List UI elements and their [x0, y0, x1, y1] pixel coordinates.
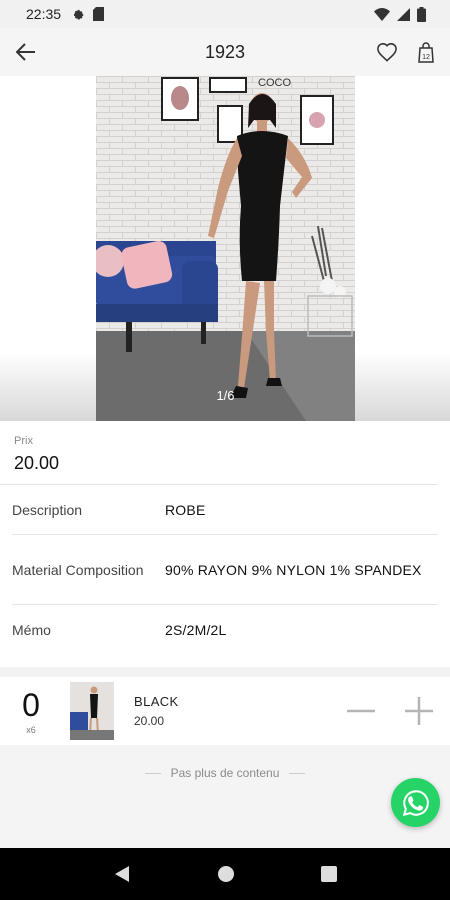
memo-row: Mémo 2S/2M/2L — [12, 605, 438, 655]
price-block: Prix 20.00 — [0, 421, 438, 485]
material-value: 90% RAYON 9% NYLON 1% SPANDEX — [165, 561, 422, 578]
variant-thumbnail-illustration — [70, 682, 114, 740]
back-button[interactable] — [0, 28, 52, 76]
wall-sign-text: COCO — [258, 77, 291, 89]
status-bar: 22:35 — [0, 0, 450, 28]
status-time: 22:35 — [26, 6, 62, 22]
end-of-content: Pas plus de contenu — [0, 745, 450, 848]
memo-value: 2S/2M/2L — [165, 622, 227, 638]
quantity-display: 0 x6 — [0, 687, 62, 735]
shopping-bag-icon[interactable]: 12 — [416, 41, 436, 63]
variant-cart-row: 0 x6 BLACK 20.00 — [0, 667, 450, 745]
nav-home-icon[interactable] — [217, 865, 235, 883]
minus-icon[interactable] — [346, 696, 376, 726]
product-info: Prix 20.00 Description ROBE Material Com… — [0, 421, 450, 655]
product-photo-illustration: COCO — [96, 76, 355, 421]
divider-left — [144, 772, 161, 774]
wifi-icon — [374, 7, 390, 21]
variant-info: BLACK 20.00 — [134, 694, 179, 728]
heart-icon[interactable] — [376, 42, 398, 62]
whatsapp-icon — [402, 789, 429, 816]
signal-icon — [397, 7, 410, 21]
svg-text:12: 12 — [422, 54, 430, 61]
whatsapp-button[interactable] — [391, 778, 440, 827]
description-key: Description — [12, 501, 83, 518]
system-nav-bar — [0, 848, 450, 900]
material-key: Material Composition — [12, 561, 144, 578]
battery-icon — [417, 6, 426, 22]
quantity-multiplier: x6 — [26, 725, 36, 735]
nav-recents-icon[interactable] — [321, 866, 337, 882]
divider-right — [289, 772, 306, 774]
nav-back-icon[interactable] — [113, 865, 131, 883]
quantity-number: 0 — [22, 687, 40, 723]
plus-icon[interactable] — [404, 696, 434, 726]
end-of-content-text: Pas plus de contenu — [170, 766, 280, 780]
variant-price: 20.00 — [134, 714, 165, 728]
gallery-page-indicator: 1/6 — [216, 388, 235, 403]
variant-name: BLACK — [134, 694, 179, 709]
memo-key: Mémo — [12, 622, 51, 638]
app-bar: 1923 12 — [0, 28, 450, 76]
price-value: 20.00 — [14, 453, 60, 473]
variant-thumbnail[interactable] — [70, 682, 114, 740]
description-row: Description ROBE — [12, 485, 438, 535]
description-value: ROBE — [165, 501, 206, 518]
material-row: Material Composition 90% RAYON 9% NYLON … — [12, 535, 438, 605]
settings-icon — [73, 9, 84, 20]
sd-card-icon — [93, 7, 105, 21]
product-photo[interactable]: COCO 1/6 — [96, 76, 355, 421]
back-arrow-icon — [16, 43, 35, 61]
price-label: Prix — [14, 435, 33, 447]
product-gallery[interactable]: COCO 1/6 — [0, 76, 450, 421]
